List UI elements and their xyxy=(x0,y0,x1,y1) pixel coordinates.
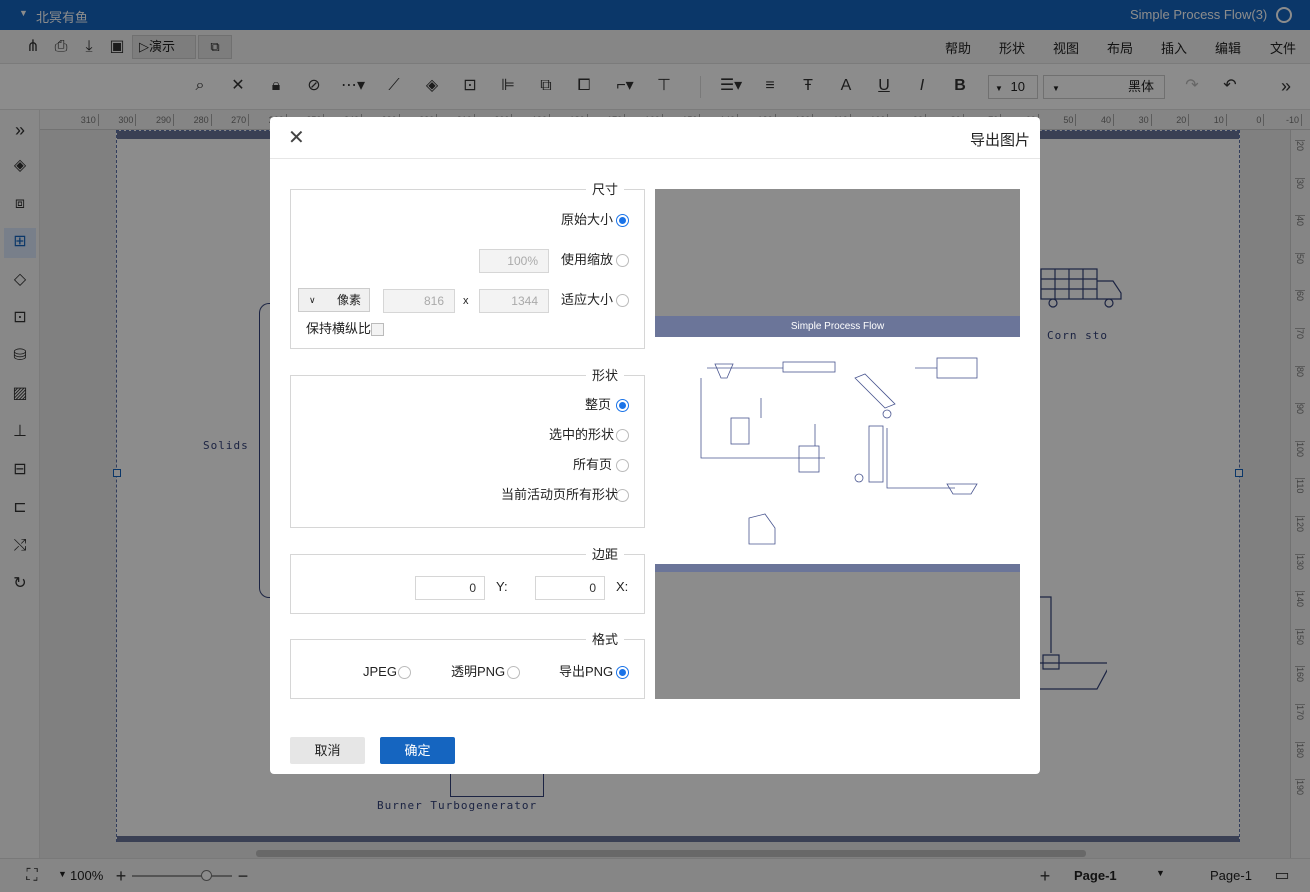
original-size-radio[interactable] xyxy=(616,214,629,227)
all-pages-label: 所有页 xyxy=(573,457,613,472)
transparent-png-label: 透明PNG xyxy=(451,664,506,679)
margin-y-label: Y: xyxy=(496,579,508,594)
dialog-divider xyxy=(270,158,1040,159)
margin-group: 边距 X: 0 Y: 0 xyxy=(290,547,645,614)
scale-label: 使用缩放 xyxy=(561,252,614,267)
unit-select[interactable]: ∨ 像素 xyxy=(298,288,370,312)
active-page-shapes-label: 当前活动页所有形状 xyxy=(501,487,619,502)
fit-size-label: 适应大小 xyxy=(561,292,614,307)
margin-y-input[interactable]: 0 xyxy=(415,576,485,600)
width-input[interactable]: 1344 xyxy=(479,289,549,313)
png-label: 导出PNG xyxy=(559,664,614,679)
margin-group-title: 边距 xyxy=(585,547,624,563)
jpeg-label: JPEG xyxy=(363,664,397,679)
cancel-button[interactable]: 取消 xyxy=(290,737,365,764)
shape-group: 形状 整页 选中的形状 所有页 当前活动页所有形状 xyxy=(290,368,645,528)
times-label: x xyxy=(463,295,469,307)
chevron-down-icon: ∨ xyxy=(309,295,316,305)
ok-button[interactable]: 确定 xyxy=(380,737,455,764)
preview-title: Simple Process Flow xyxy=(655,316,1020,337)
whole-page-label: 整页 xyxy=(585,397,612,412)
scale-radio[interactable] xyxy=(616,254,629,267)
size-group-title: 尺寸 xyxy=(585,182,624,198)
dialog-title: 导出图片 xyxy=(970,132,1031,149)
keep-ratio-label: 保持横纵比 xyxy=(306,321,372,336)
preview-panel: Simple Process Flow xyxy=(655,189,1020,699)
jpeg-radio[interactable] xyxy=(398,666,411,679)
height-input[interactable]: 816 xyxy=(383,289,455,313)
preview-page: Simple Process Flow xyxy=(655,316,1020,572)
fit-size-radio[interactable] xyxy=(616,294,629,307)
original-size-label: 原始大小 xyxy=(561,212,614,227)
whole-page-radio[interactable] xyxy=(616,399,629,412)
all-pages-radio[interactable] xyxy=(616,459,629,472)
format-group: 格式 导出PNG 透明PNG JPEG xyxy=(290,632,645,699)
format-group-title: 格式 xyxy=(585,632,624,648)
preview-footer xyxy=(655,564,1020,572)
close-icon[interactable]: ✕ xyxy=(288,127,305,149)
transparent-png-radio[interactable] xyxy=(507,666,520,679)
margin-x-input[interactable]: 0 xyxy=(535,576,605,600)
selected-shapes-radio[interactable] xyxy=(616,429,629,442)
scale-input[interactable]: 100% xyxy=(479,249,549,273)
keep-ratio-checkbox[interactable] xyxy=(371,323,384,336)
export-image-dialog: 导出图片 ✕ Simple Process Flow 尺寸 原始大小 使用缩放 … xyxy=(270,117,1040,774)
size-group: 尺寸 原始大小 使用缩放 100% 适应大小 1344 x 816 ∨ 像素 保… xyxy=(290,182,645,349)
margin-x-label: X: xyxy=(616,579,629,594)
shape-group-title: 形状 xyxy=(585,368,624,384)
selected-shapes-label: 选中的形状 xyxy=(549,427,615,442)
png-radio[interactable] xyxy=(616,666,629,679)
preview-diagram xyxy=(700,357,978,545)
